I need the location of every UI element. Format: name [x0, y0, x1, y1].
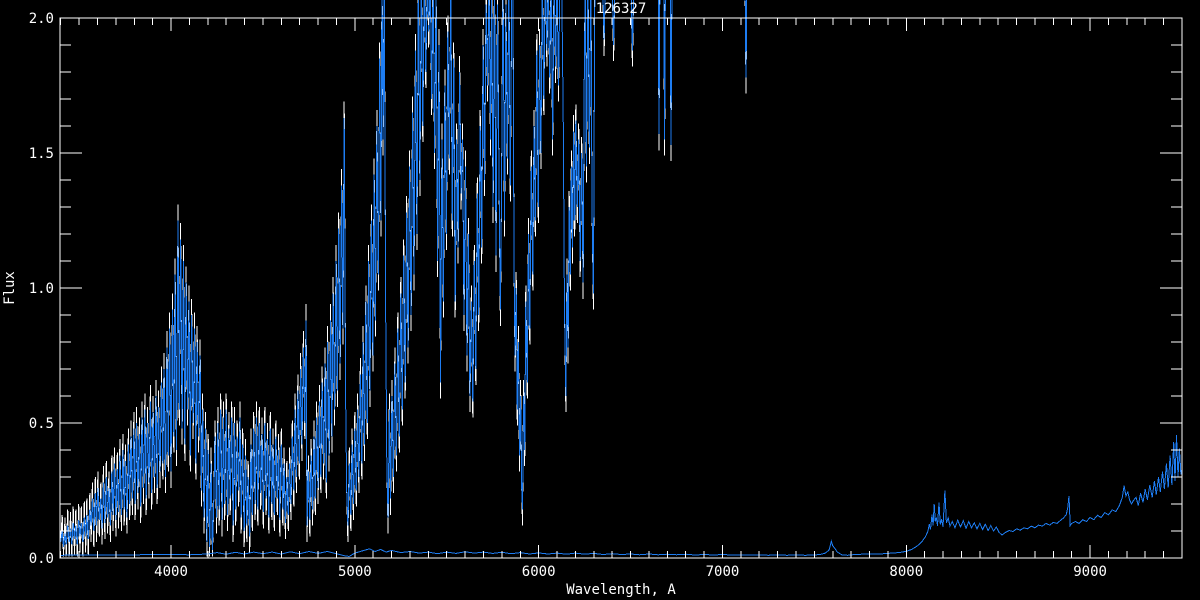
y-tick-label: 0.5	[29, 416, 54, 432]
spectrum-raw-line	[60, 0, 748, 557]
x-tick-label: 5000	[338, 564, 372, 580]
spectrum-plot-window: 4000 5000 6000 7000 8000 9000 0.0 0.5 1.0 1.5 2.0 …	[0, 0, 1200, 600]
x-tick-label: 7000	[706, 564, 740, 580]
x-axis-label: Wavelength, A	[566, 582, 676, 598]
y-tick-label: 0.0	[29, 551, 54, 567]
spectrum-smoothed-line	[60, 0, 748, 550]
y-tick-label: 1.5	[29, 146, 54, 162]
chart-title: 126327	[596, 1, 647, 17]
x-tick-label: 6000	[522, 564, 556, 580]
y-axis-label: Flux	[2, 271, 18, 305]
x-tick-label: 4000	[154, 564, 188, 580]
y-tick-label: 1.0	[29, 281, 54, 297]
y-tick-label: 2.0	[29, 11, 54, 27]
x-tick-label: 9000	[1073, 564, 1107, 580]
spectrum-chart: 4000 5000 6000 7000 8000 90000.00.51.01.52.0 …	[2, 0, 1183, 598]
x-tick-label: 8000	[889, 564, 923, 580]
series-layer	[60, 0, 1183, 557]
